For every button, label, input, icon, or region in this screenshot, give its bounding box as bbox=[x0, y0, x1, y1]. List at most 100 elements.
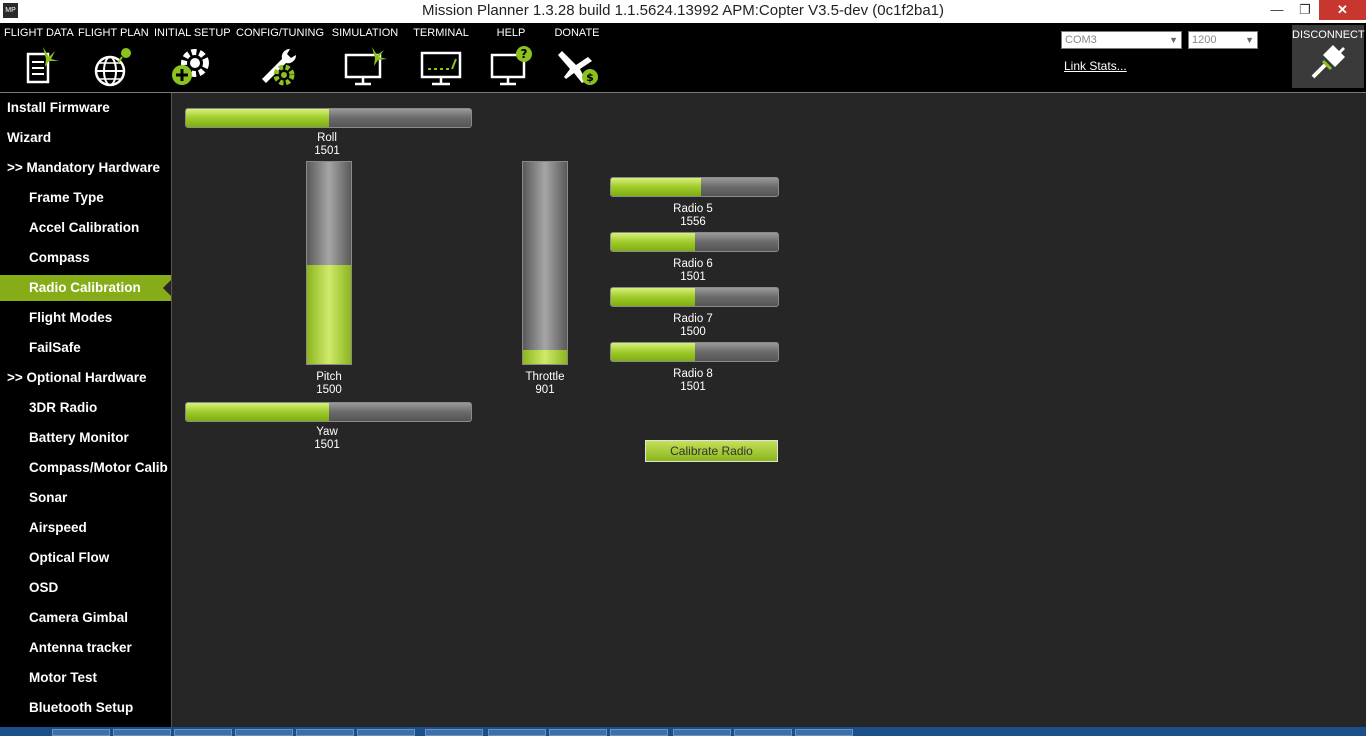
taskbar-item[interactable] bbox=[734, 729, 792, 736]
nav-flight-data[interactable]: FLIGHT DATA bbox=[4, 27, 74, 89]
sidebar-item[interactable]: Frame Type bbox=[0, 185, 171, 211]
sidebar-item-label: >> Optional Hardware bbox=[7, 370, 147, 385]
radio8-value: 1501 bbox=[680, 381, 706, 393]
nav-simulation[interactable]: SIMULATION bbox=[330, 27, 400, 89]
radio6-bar bbox=[610, 232, 779, 252]
pitch-value: 1500 bbox=[316, 384, 342, 396]
pitch-bar bbox=[306, 161, 352, 365]
taskbar-item[interactable] bbox=[357, 729, 415, 736]
sidebar-item-label: Compass bbox=[29, 250, 90, 265]
taskbar-item[interactable] bbox=[549, 729, 607, 736]
taskbar-item[interactable] bbox=[235, 729, 293, 736]
sidebar-item[interactable]: Compass/Motor Calib bbox=[0, 455, 171, 481]
sidebar-item-label: OSD bbox=[29, 580, 59, 595]
sidebar-item[interactable]: Motor Test bbox=[0, 665, 171, 691]
setup-sidebar: Install Firmware Wizard >> Mandatory Hardw… bbox=[0, 93, 171, 736]
nav-donate-label: DONATE bbox=[554, 27, 600, 39]
taskbar-item[interactable] bbox=[425, 729, 483, 736]
sidebar-item-label: Sonar bbox=[29, 490, 68, 505]
sidebar-item[interactable]: Camera Gimbal bbox=[0, 605, 171, 631]
sidebar-item-label: Bluetooth Setup bbox=[29, 700, 134, 715]
roll-bar-fill bbox=[186, 109, 329, 127]
sidebar-item[interactable]: Install Firmware bbox=[0, 95, 171, 121]
sidebar-item-label: Frame Type bbox=[29, 190, 104, 205]
roll-value: 1501 bbox=[314, 145, 340, 157]
taskbar-item[interactable] bbox=[52, 729, 110, 736]
flight-data-icon bbox=[26, 47, 59, 84]
sidebar-item[interactable]: Bluetooth Setup bbox=[0, 695, 171, 721]
sidebar-item[interactable]: Flight Modes bbox=[0, 305, 171, 331]
radio7-bar bbox=[610, 287, 779, 307]
radio-calibration-panel: Roll 1501 Pitch 1500 Yaw 1501 Throttle 9… bbox=[172, 93, 1366, 727]
sidebar-item-label: Antenna tracker bbox=[29, 640, 132, 655]
nav-terminal[interactable]: TERMINAL bbox=[410, 27, 472, 89]
port-select-value: COM3 bbox=[1065, 34, 1097, 46]
os-taskbar bbox=[0, 727, 1366, 736]
sidebar-item[interactable]: Airspeed bbox=[0, 515, 171, 541]
sidebar-item[interactable]: Battery Monitor bbox=[0, 425, 171, 451]
sidebar-item-label: Wizard bbox=[7, 130, 52, 145]
radio6-bar-fill bbox=[611, 233, 695, 251]
terminal-icon bbox=[420, 51, 462, 86]
nav-donate[interactable]: DONATE $ bbox=[548, 27, 606, 89]
sidebar-item[interactable]: OSD bbox=[0, 575, 171, 601]
taskbar-item[interactable] bbox=[296, 729, 354, 736]
nav-simulation-label: SIMULATION bbox=[331, 27, 399, 39]
roll-bar bbox=[185, 108, 472, 128]
sidebar-item[interactable]: Radio Calibration bbox=[0, 275, 171, 301]
radio8-bar bbox=[610, 342, 779, 362]
nav-config-tuning-label: CONFIG/TUNING bbox=[236, 27, 324, 39]
sidebar-item-label: Install Firmware bbox=[7, 100, 110, 115]
close-button[interactable]: ✕ bbox=[1319, 0, 1366, 20]
sidebar-item[interactable]: 3DR Radio bbox=[0, 395, 171, 421]
title-bar: MP Mission Planner 1.3.28 build 1.1.5624… bbox=[0, 0, 1366, 23]
svg-text:$: $ bbox=[586, 71, 594, 84]
sidebar-item[interactable]: Antenna tracker bbox=[0, 635, 171, 661]
disconnect-label: DISCONNECT bbox=[1292, 29, 1365, 41]
sidebar-item-label: 3DR Radio bbox=[29, 400, 98, 415]
sidebar-item[interactable]: FailSafe bbox=[0, 335, 171, 361]
nav-help[interactable]: HELP ? bbox=[482, 27, 540, 89]
nav-initial-setup[interactable]: INITIAL SETUP bbox=[154, 27, 231, 89]
sidebar-item-label: Compass/Motor Calib bbox=[29, 460, 168, 475]
sidebar-item[interactable]: >> Optional Hardware bbox=[0, 365, 171, 391]
sidebar-item[interactable]: >> Mandatory Hardware bbox=[0, 155, 171, 181]
throttle-bar-fill bbox=[523, 349, 567, 364]
main-toolbar: FLIGHT DATA FLIGHT PLAN INITIAL SETUP CO… bbox=[0, 23, 1366, 92]
calibrate-radio-button[interactable]: Calibrate Radio bbox=[645, 440, 778, 462]
initial-setup-icon bbox=[172, 49, 209, 85]
radio5-value: 1556 bbox=[680, 216, 706, 228]
sidebar-item[interactable]: Wizard bbox=[0, 125, 171, 151]
sidebar-item[interactable]: Sonar bbox=[0, 485, 171, 511]
taskbar-item[interactable] bbox=[673, 729, 731, 736]
taskbar-item[interactable] bbox=[795, 729, 853, 736]
radio5-label: Radio 5 bbox=[673, 203, 713, 215]
sidebar-item-label: Optical Flow bbox=[29, 550, 110, 565]
nav-flight-plan[interactable]: FLIGHT PLAN bbox=[78, 27, 149, 89]
nav-config-tuning[interactable]: CONFIG/TUNING bbox=[236, 27, 324, 89]
sidebar-item[interactable]: Optical Flow bbox=[0, 545, 171, 571]
taskbar-item[interactable] bbox=[488, 729, 546, 736]
minimize-button[interactable]: — bbox=[1263, 0, 1291, 20]
throttle-label: Throttle bbox=[525, 371, 565, 383]
sidebar-item[interactable]: Compass bbox=[0, 245, 171, 271]
sidebar-item[interactable]: Accel Calibration bbox=[0, 215, 171, 241]
pitch-bar-fill bbox=[307, 265, 351, 364]
svg-text:?: ? bbox=[521, 47, 528, 61]
taskbar-item[interactable] bbox=[174, 729, 232, 736]
nav-terminal-label: TERMINAL bbox=[413, 27, 469, 39]
port-select[interactable]: COM3 ▼ bbox=[1061, 31, 1182, 49]
link-stats-link[interactable]: Link Stats... bbox=[1064, 59, 1127, 73]
maximize-button[interactable]: ❐ bbox=[1291, 0, 1319, 20]
throttle-value: 901 bbox=[535, 384, 555, 396]
nav-initial-setup-label: INITIAL SETUP bbox=[154, 27, 231, 39]
taskbar-item[interactable] bbox=[113, 729, 171, 736]
sidebar-item-label: Flight Modes bbox=[29, 310, 113, 325]
yaw-label: Yaw bbox=[316, 426, 338, 438]
sidebar-item-label: FailSafe bbox=[29, 340, 81, 355]
baud-select[interactable]: 1200 ▼ bbox=[1188, 31, 1258, 49]
help-icon: ? bbox=[490, 46, 532, 86]
disconnect-button[interactable]: DISCONNECT bbox=[1292, 25, 1365, 88]
taskbar-item[interactable] bbox=[610, 729, 668, 736]
sidebar-item-label: Radio Calibration bbox=[29, 280, 141, 295]
